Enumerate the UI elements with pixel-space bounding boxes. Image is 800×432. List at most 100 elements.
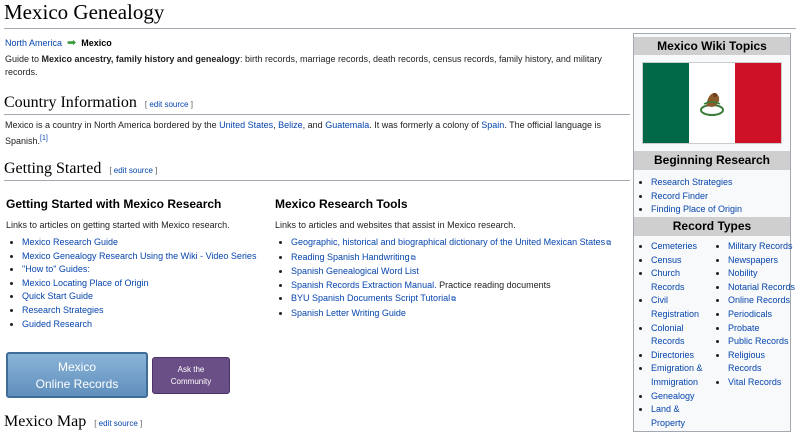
footnote-link[interactable]: [1] bbox=[40, 135, 48, 142]
external-link-icon: ⧉ bbox=[606, 240, 612, 247]
list-item: Spanish Letter Writing Guide bbox=[291, 307, 611, 321]
record-type-link-online-records[interactable]: Online Records bbox=[728, 295, 790, 305]
edit-source-link[interactable]: edit source bbox=[149, 100, 188, 109]
flag-red-band bbox=[735, 63, 781, 143]
link-letter-writing-guide[interactable]: Spanish Letter Writing Guide bbox=[291, 308, 406, 318]
edit-source-getting-started: [ edit source ] bbox=[109, 166, 158, 175]
getting-started-title: Getting Started bbox=[4, 160, 102, 177]
record-type-link-notarial-records[interactable]: Notarial Records bbox=[728, 282, 795, 292]
sidebar-link-finding-place-of-origin[interactable]: Finding Place of Origin bbox=[651, 204, 742, 214]
edit-source-map: [ edit source ] bbox=[94, 419, 143, 428]
sidebar-beginning-title: Beginning Research bbox=[634, 151, 790, 170]
record-type-link-probate[interactable]: Probate bbox=[728, 323, 760, 333]
list-item: Finding Place of Origin bbox=[651, 203, 742, 217]
left-column-title: Getting Started with Mexico Research bbox=[6, 197, 222, 211]
record-type-link-civil-registration[interactable]: Civil Registration bbox=[651, 295, 699, 319]
list-item: Geographic, historical and biographical … bbox=[291, 236, 611, 251]
link-research-strategies[interactable]: Research Strategies bbox=[22, 305, 104, 315]
sidebar-topics-title: Mexico Wiki Topics bbox=[634, 37, 790, 55]
list-item: Guided Research bbox=[22, 318, 256, 332]
research-tools-list: Geographic, historical and biographical … bbox=[275, 236, 611, 321]
record-type-link-genealogy[interactable]: Genealogy bbox=[651, 391, 695, 401]
record-type-link-newspapers[interactable]: Newspapers bbox=[728, 255, 778, 265]
link-reading-spanish-handwriting[interactable]: Reading Spanish Handwriting bbox=[291, 252, 410, 262]
sidebar-link-record-finder[interactable]: Record Finder bbox=[651, 191, 708, 201]
list-item: Emigration & Immigration bbox=[651, 362, 715, 389]
list-item: Notarial Records bbox=[728, 281, 796, 295]
record-type-link-military-records[interactable]: Military Records bbox=[728, 241, 793, 251]
record-type-link-periodicals[interactable]: Periodicals bbox=[728, 309, 772, 319]
list-item: Research Strategies bbox=[651, 176, 742, 190]
text-span: , and bbox=[302, 120, 326, 130]
intro-text: Guide to Mexico ancestry, family history… bbox=[5, 53, 625, 79]
button-label: Mexico bbox=[57, 360, 96, 374]
record-type-link-church-records[interactable]: Church Records bbox=[651, 268, 685, 292]
link-extraction-manual[interactable]: Spanish Records Extraction Manual. bbox=[291, 280, 437, 290]
link-guatemala[interactable]: Guatemala bbox=[325, 120, 369, 130]
record-type-link-land-property[interactable]: Land & Property bbox=[651, 404, 685, 428]
coat-of-arms-icon bbox=[700, 93, 724, 116]
button-label: Ask the bbox=[177, 365, 205, 374]
ask-community-button[interactable]: Ask the Community bbox=[152, 357, 230, 394]
list-item: Spanish Genealogical Word List bbox=[291, 265, 611, 279]
record-type-link-cemeteries[interactable]: Cemeteries bbox=[651, 241, 697, 251]
record-type-link-census[interactable]: Census bbox=[651, 255, 682, 265]
list-item: Record Finder bbox=[651, 190, 742, 204]
link-mexico-research-guide[interactable]: Mexico Research Guide bbox=[22, 237, 118, 247]
flag-green-band bbox=[643, 63, 689, 143]
breadcrumb-parent-link[interactable]: North America bbox=[5, 38, 62, 48]
text-span: Mexico is a country in North America bor… bbox=[5, 120, 220, 130]
breadcrumb-current: Mexico bbox=[81, 38, 112, 48]
left-column-desc: Links to articles on getting started wit… bbox=[6, 220, 230, 230]
record-types-list-right: Military Records Newspapers Nobility Notari… bbox=[713, 240, 796, 390]
list-item: Mexico Locating Place of Origin bbox=[22, 277, 256, 291]
list-item: Directories bbox=[651, 349, 715, 363]
record-type-link-colonial-records[interactable]: Colonial Records bbox=[651, 323, 685, 347]
record-type-link-directories[interactable]: Directories bbox=[651, 350, 694, 360]
record-type-link-nobility[interactable]: Nobility bbox=[728, 268, 758, 278]
link-spanish-word-list[interactable]: Spanish Genealogical Word List bbox=[291, 266, 419, 276]
country-info-text: Mexico is a country in North America bor… bbox=[5, 119, 625, 148]
country-info-title: Country Information bbox=[4, 94, 137, 111]
edit-source-link[interactable]: edit source bbox=[114, 166, 153, 175]
link-quick-start-guide[interactable]: Quick Start Guide bbox=[22, 291, 93, 301]
list-item: Research Strategies bbox=[22, 304, 256, 318]
sidebar-link-research-strategies[interactable]: Research Strategies bbox=[651, 177, 733, 187]
list-item: BYU Spanish Documents Script Tutorial⧉ bbox=[291, 292, 611, 307]
list-item: Spanish Records Extraction Manual. Pract… bbox=[291, 279, 611, 293]
list-item: Quick Start Guide bbox=[22, 290, 256, 304]
record-type-link-emigration-immigration[interactable]: Emigration & Immigration bbox=[651, 363, 703, 387]
link-byu-script-tutorial[interactable]: BYU Spanish Documents Script Tutorial bbox=[291, 293, 450, 303]
getting-started-list: Mexico Research Guide Mexico Genealogy R… bbox=[6, 236, 256, 331]
link-spain[interactable]: Spain bbox=[481, 120, 504, 130]
link-video-series[interactable]: Mexico Genealogy Research Using the Wiki… bbox=[22, 251, 256, 261]
list-item: Online Records bbox=[728, 294, 796, 308]
list-item: "How to" Guides: bbox=[22, 263, 256, 277]
link-geographic-dictionary[interactable]: Geographic, historical and biographical … bbox=[291, 237, 605, 247]
external-link-icon: ⧉ bbox=[410, 254, 416, 262]
list-item: Church Records bbox=[651, 267, 715, 294]
link-how-to-guides[interactable]: "How to" Guides: bbox=[22, 264, 90, 274]
title-divider bbox=[4, 28, 796, 29]
list-item: Newspapers bbox=[728, 254, 796, 268]
link-locating-place-of-origin[interactable]: Mexico Locating Place of Origin bbox=[22, 278, 149, 288]
button-label: Community bbox=[170, 377, 212, 386]
intro-bold: Mexico ancestry, family history and gene… bbox=[41, 54, 240, 64]
list-item: Military Records bbox=[728, 240, 796, 254]
arrow-right-icon: ➡ bbox=[67, 37, 77, 49]
link-united-states[interactable]: United States bbox=[219, 120, 273, 130]
link-guided-research[interactable]: Guided Research bbox=[22, 319, 92, 329]
right-column-desc: Links to articles and websites that assi… bbox=[275, 220, 516, 230]
mexico-flag-image bbox=[642, 62, 782, 144]
record-type-link-vital-records[interactable]: Vital Records bbox=[728, 377, 781, 387]
edit-source-link[interactable]: edit source bbox=[99, 419, 138, 428]
section-divider bbox=[4, 180, 630, 181]
record-type-link-public-records[interactable]: Public Records bbox=[728, 336, 789, 346]
external-link-icon: ⧉ bbox=[451, 296, 457, 304]
link-belize[interactable]: Belize bbox=[278, 120, 303, 130]
online-records-button[interactable]: Mexico Online Records bbox=[6, 352, 148, 398]
getting-started-heading: Getting Started [ edit source ] bbox=[4, 160, 157, 178]
breadcrumb: North America ➡ Mexico bbox=[5, 36, 112, 49]
record-type-link-religious-records[interactable]: Religious Records bbox=[728, 350, 765, 374]
list-item: Nobility bbox=[728, 267, 796, 281]
